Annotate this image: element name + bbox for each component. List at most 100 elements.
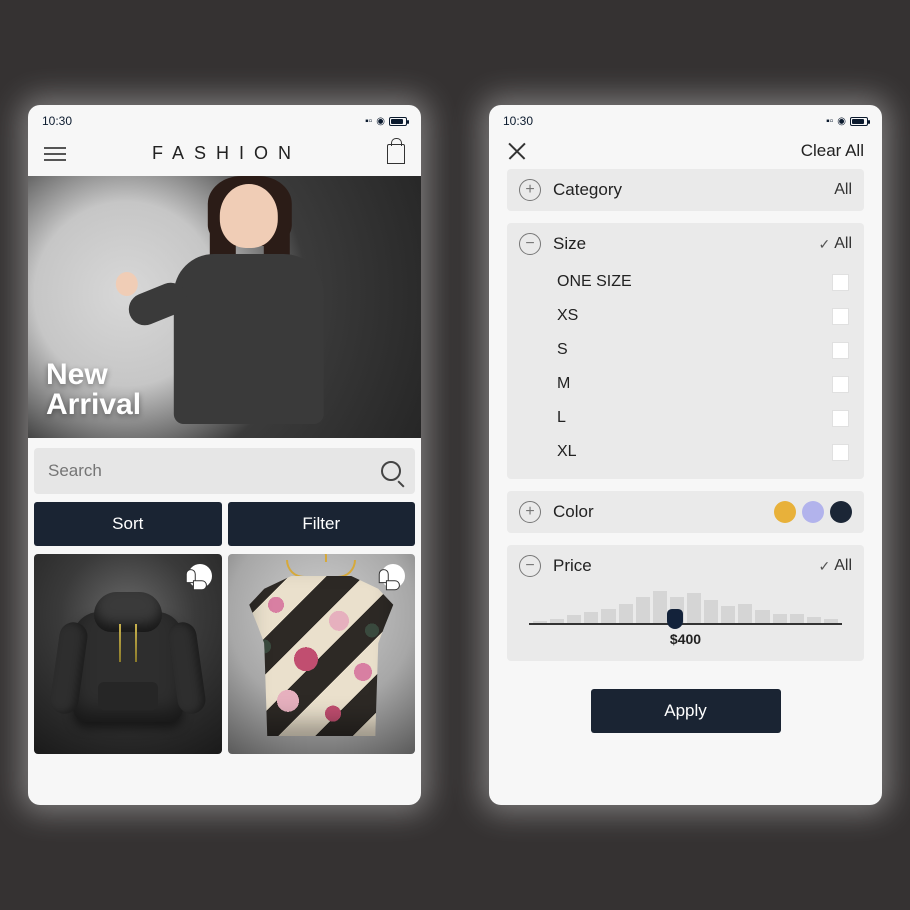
size-option-label: XS [557,307,578,325]
size-option-label: L [557,409,566,427]
close-icon[interactable] [507,141,527,161]
price-current-label: $400 [529,631,842,647]
size-value: ✓ All [818,235,852,253]
check-icon: ✓ [818,558,830,575]
status-bar: 10:30 ▪▫ ◉ [28,105,421,131]
color-header[interactable]: + Color [507,491,864,533]
search-field[interactable] [34,448,415,494]
histogram-bar [636,597,650,625]
checkbox[interactable] [833,309,848,324]
size-option-label: M [557,375,570,393]
checkbox[interactable] [833,343,848,358]
histogram-bar [738,604,752,625]
checkbox[interactable] [833,411,848,426]
filter-group-size: − Size ✓ All ONE SIZE XS SML XL [507,223,864,479]
price-group-label: Price [553,556,806,576]
favorite-button[interactable] [381,564,405,588]
size-option[interactable]: XL [553,435,852,469]
filter-top-bar: Clear All [489,131,882,169]
heart-icon [385,568,402,585]
size-option[interactable]: L [553,401,852,435]
checkbox[interactable] [833,377,848,392]
size-option-label: ONE SIZE [557,273,632,291]
collapse-icon: − [519,555,541,577]
hero-banner[interactable]: New Arrival [28,176,421,438]
color-swatch[interactable] [830,501,852,523]
category-value: All [834,181,852,199]
filter-group-category: + Category All [507,169,864,211]
checkbox[interactable] [833,275,848,290]
browse-screen: 10:30 ▪▫ ◉ FASHION New Arrival S [28,105,421,805]
product-card[interactable] [34,554,222,754]
filter-group-price: − Price ✓ All $400 [507,545,864,661]
product-card[interactable] [228,554,416,754]
status-bar: 10:30 ▪▫ ◉ [489,105,882,131]
hero-title: New Arrival [46,360,141,420]
hero-title-line2: Arrival [46,390,141,420]
size-option[interactable]: ONE SIZE [553,265,852,299]
size-option-label: XL [557,443,577,461]
color-label: Color [553,502,762,522]
status-time: 10:30 [42,114,72,128]
signal-icon: ▪▫ [826,116,833,127]
histogram-bar [653,591,667,625]
histogram-bar [687,593,701,625]
color-swatch[interactable] [774,501,796,523]
status-icons: ▪▫ ◉ [826,116,868,127]
product-grid [34,554,415,754]
price-body: $400 [507,587,864,661]
product-image-shirt [246,576,396,736]
category-header[interactable]: + Category All [507,169,864,211]
size-label: Size [553,234,806,254]
size-header[interactable]: − Size ✓ All [507,223,864,265]
apply-button[interactable]: Apply [591,689,781,733]
product-image-hoodie [58,582,198,732]
check-icon: ✓ [818,236,830,253]
sort-filter-row: Sort Filter [34,502,415,546]
price-value: ✓ All [818,557,852,575]
category-label: Category [553,180,822,200]
hero-model-image [163,184,333,438]
price-histogram [529,591,842,625]
sort-button[interactable]: Sort [34,502,222,546]
app-bar: FASHION [28,131,421,176]
status-time: 10:30 [503,114,533,128]
size-options-list: ONE SIZE XS SML XL [507,265,864,479]
size-option-label: S [557,341,568,359]
signal-icon: ▪▫ [365,116,372,127]
price-slider-thumb[interactable] [667,609,683,629]
search-input[interactable] [48,461,330,481]
expand-icon: + [519,501,541,523]
histogram-bar [619,604,633,625]
battery-icon [389,117,407,126]
hanger-icon [286,560,356,578]
status-icons: ▪▫ ◉ [365,116,407,127]
brand-title: FASHION [152,143,301,164]
size-option[interactable]: M [553,367,852,401]
expand-icon: + [519,179,541,201]
price-header[interactable]: − Price ✓ All [507,545,864,587]
apply-row: Apply [507,673,864,733]
filter-screen: 10:30 ▪▫ ◉ Clear All + Category All − Si… [489,105,882,805]
color-swatch[interactable] [802,501,824,523]
filter-groups: + Category All − Size ✓ All ONE SIZE XS SM… [489,169,882,733]
wifi-icon: ◉ [376,116,385,127]
filter-group-color: + Color [507,491,864,533]
wifi-icon: ◉ [837,116,846,127]
histogram-bar [704,600,718,626]
menu-icon[interactable] [44,147,66,161]
collapse-icon: − [519,233,541,255]
filter-button[interactable]: Filter [228,502,416,546]
price-slider-track[interactable] [529,623,842,625]
clear-all-button[interactable]: Clear All [801,141,864,161]
color-swatches [774,501,852,523]
battery-icon [850,117,868,126]
hero-title-line1: New [46,360,141,390]
search-icon[interactable] [381,461,401,481]
size-option[interactable]: S [553,333,852,367]
checkbox[interactable] [833,445,848,460]
favorite-button[interactable] [188,564,212,588]
heart-icon [191,568,208,585]
shopping-bag-icon[interactable] [387,144,405,164]
size-option[interactable]: XS [553,299,852,333]
